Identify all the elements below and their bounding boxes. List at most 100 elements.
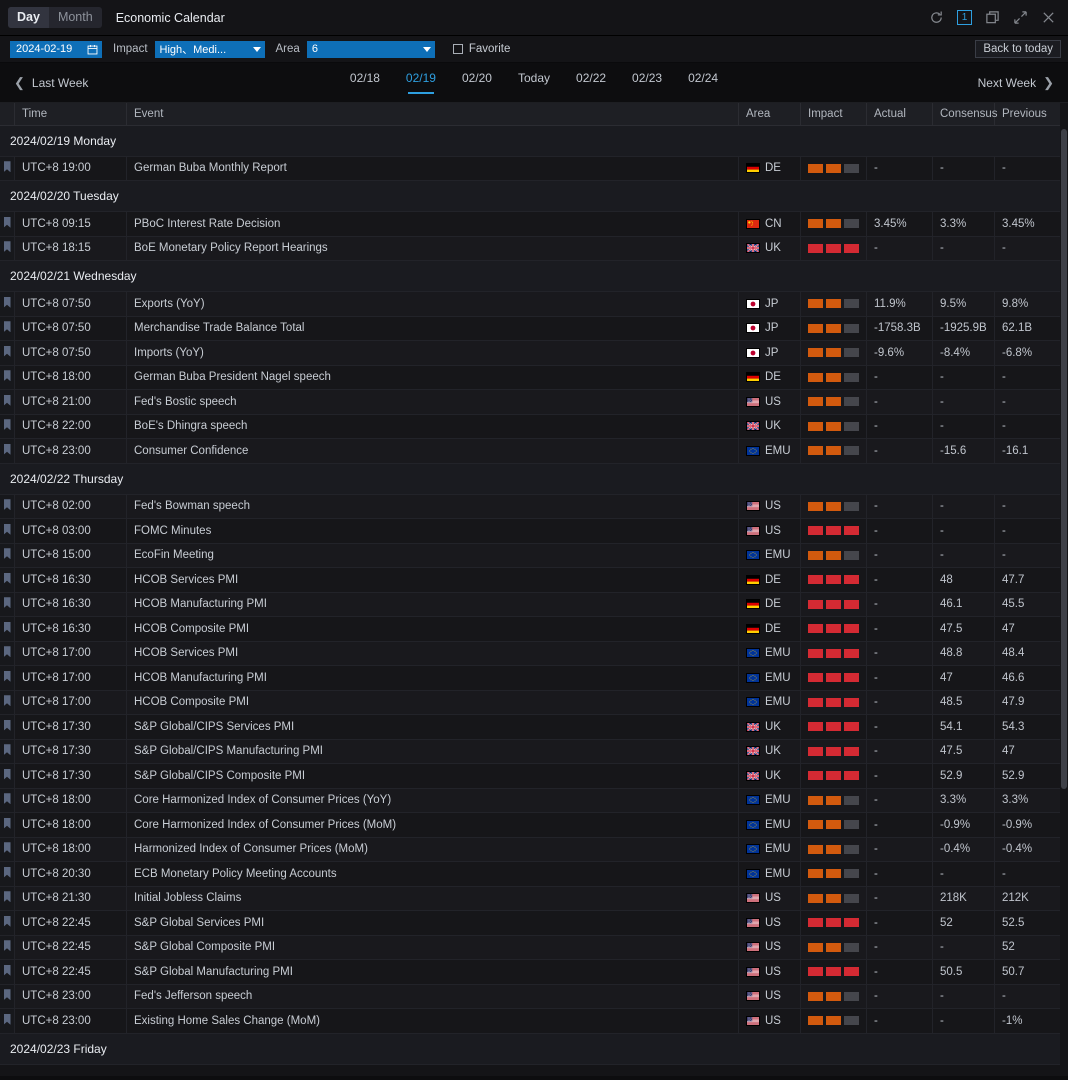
bookmark-icon[interactable] [4, 419, 11, 430]
cell-event[interactable]: EcoFin Meeting [127, 543, 739, 568]
bookmark-cell[interactable] [0, 390, 15, 415]
bookmark-cell[interactable] [0, 212, 15, 237]
mode-day[interactable]: Day [8, 7, 49, 28]
bookmark-cell[interactable] [0, 911, 15, 936]
bookmark-icon[interactable] [4, 720, 11, 731]
bookmark-cell[interactable] [0, 960, 15, 985]
day-tab-02-19[interactable]: 02/19 [406, 71, 436, 94]
bookmark-cell[interactable] [0, 1009, 15, 1034]
bookmark-cell[interactable] [0, 788, 15, 813]
bookmark-cell[interactable] [0, 519, 15, 544]
bookmark-icon[interactable] [4, 867, 11, 878]
bookmark-icon[interactable] [4, 573, 11, 584]
cell-event[interactable]: ECB Monetary Policy Meeting Accounts [127, 862, 739, 887]
table-row[interactable]: UTC+8 23:00Consumer ConfidenceEMU--15.6-… [0, 439, 1061, 464]
bookmark-cell[interactable] [0, 341, 15, 366]
cell-event[interactable]: S&P Global Manufacturing PMI [127, 960, 739, 985]
bookmark-cell[interactable] [0, 494, 15, 519]
table-row[interactable]: UTC+8 18:00Core Harmonized Index of Cons… [0, 813, 1061, 838]
table-row[interactable]: UTC+8 22:45S&P Global Manufacturing PMIU… [0, 960, 1061, 985]
cell-event[interactable]: BoE Monetary Policy Report Hearings [127, 236, 739, 261]
cell-event[interactable]: Merchandise Trade Balance Total [127, 316, 739, 341]
close-icon[interactable] [1041, 10, 1056, 25]
table-row[interactable]: UTC+8 18:00German Buba President Nagel s… [0, 365, 1061, 390]
day-tab-02-23[interactable]: 02/23 [632, 71, 662, 94]
table-row[interactable]: UTC+8 17:00HCOB Manufacturing PMIEMU-474… [0, 666, 1061, 691]
bookmark-cell[interactable] [0, 690, 15, 715]
cell-event[interactable]: Harmonized Index of Consumer Prices (MoM… [127, 837, 739, 862]
cell-event[interactable]: Core Harmonized Index of Consumer Prices… [127, 788, 739, 813]
bookmark-icon[interactable] [4, 793, 11, 804]
cell-event[interactable]: HCOB Services PMI [127, 568, 739, 593]
scrollbar-thumb[interactable] [1061, 129, 1067, 789]
table-row[interactable]: UTC+8 23:00Fed's Jefferson speechUS--- [0, 984, 1061, 1009]
cell-event[interactable]: FOMC Minutes [127, 519, 739, 544]
bookmark-cell[interactable] [0, 764, 15, 789]
bookmark-icon[interactable] [4, 769, 11, 780]
expand-icon[interactable] [1013, 10, 1028, 25]
table-row[interactable]: UTC+8 18:00Harmonized Index of Consumer … [0, 837, 1061, 862]
bookmark-icon[interactable] [4, 818, 11, 829]
cell-event[interactable]: Fed's Bostic speech [127, 390, 739, 415]
cell-event[interactable]: HCOB Services PMI [127, 641, 739, 666]
bookmark-cell[interactable] [0, 984, 15, 1009]
cell-event[interactable]: S&P Global/CIPS Manufacturing PMI [127, 739, 739, 764]
bookmark-cell[interactable] [0, 739, 15, 764]
favorite-checkbox[interactable] [453, 44, 463, 54]
bookmark-cell[interactable] [0, 617, 15, 642]
mode-month[interactable]: Month [49, 7, 102, 28]
table-row[interactable]: UTC+8 17:30S&P Global/CIPS Services PMIU… [0, 715, 1061, 740]
cell-event[interactable]: Exports (YoY) [127, 292, 739, 317]
bookmark-icon[interactable] [4, 597, 11, 608]
day-tab-today[interactable]: Today [518, 71, 550, 94]
bookmark-icon[interactable] [4, 695, 11, 706]
table-row[interactable]: UTC+8 20:30ECB Monetary Policy Meeting A… [0, 862, 1061, 887]
bookmark-cell[interactable] [0, 886, 15, 911]
bookmark-icon[interactable] [4, 395, 11, 406]
table-row[interactable]: UTC+8 07:50Merchandise Trade Balance Tot… [0, 316, 1061, 341]
bookmark-cell[interactable] [0, 365, 15, 390]
bookmark-icon[interactable] [4, 842, 11, 853]
refresh-icon[interactable] [929, 10, 944, 25]
bookmark-icon[interactable] [4, 622, 11, 633]
bookmark-icon[interactable] [4, 940, 11, 951]
favorite-filter[interactable]: Favorite [453, 43, 511, 55]
cell-event[interactable]: S&P Global Composite PMI [127, 935, 739, 960]
bookmark-cell[interactable] [0, 292, 15, 317]
bookmark-icon[interactable] [4, 444, 11, 455]
table-row[interactable]: UTC+8 02:00Fed's Bowman speechUS--- [0, 494, 1061, 519]
bookmark-cell[interactable] [0, 715, 15, 740]
day-tab-02-18[interactable]: 02/18 [350, 71, 380, 94]
cell-event[interactable]: German Buba President Nagel speech [127, 365, 739, 390]
bookmark-icon[interactable] [4, 241, 11, 252]
bookmark-icon[interactable] [4, 989, 11, 1000]
table-row[interactable]: UTC+8 21:00Fed's Bostic speechUS--- [0, 390, 1061, 415]
table-row[interactable]: UTC+8 22:45S&P Global Composite PMIUS--5… [0, 935, 1061, 960]
restore-icon[interactable] [985, 10, 1000, 25]
bookmark-cell[interactable] [0, 862, 15, 887]
bookmark-cell[interactable] [0, 236, 15, 261]
bookmark-icon[interactable] [4, 1014, 11, 1025]
bookmark-cell[interactable] [0, 592, 15, 617]
cell-event[interactable]: Fed's Bowman speech [127, 494, 739, 519]
table-row[interactable]: UTC+8 23:00Existing Home Sales Change (M… [0, 1009, 1061, 1034]
day-tab-02-22[interactable]: 02/22 [576, 71, 606, 94]
table-row[interactable]: UTC+8 09:15PBoC Interest Rate DecisionCN… [0, 212, 1061, 237]
view-mode-switch[interactable]: Day Month [8, 7, 102, 28]
window-count-badge[interactable]: 1 [957, 10, 972, 25]
day-tab-02-24[interactable]: 02/24 [688, 71, 718, 94]
table-row[interactable]: UTC+8 16:30HCOB Manufacturing PMIDE-46.1… [0, 592, 1061, 617]
cell-event[interactable]: Core Harmonized Index of Consumer Prices… [127, 813, 739, 838]
table-row[interactable]: UTC+8 16:30HCOB Services PMIDE-4847.7 [0, 568, 1061, 593]
cell-event[interactable]: S&P Global/CIPS Composite PMI [127, 764, 739, 789]
table-row[interactable]: UTC+8 22:45S&P Global Services PMIUS-525… [0, 911, 1061, 936]
table-row[interactable]: UTC+8 19:00German Buba Monthly ReportDE-… [0, 156, 1061, 181]
table-row[interactable]: UTC+8 03:00FOMC MinutesUS--- [0, 519, 1061, 544]
table-row[interactable]: UTC+8 17:00HCOB Services PMIEMU-48.848.4 [0, 641, 1061, 666]
cell-event[interactable]: Consumer Confidence [127, 439, 739, 464]
table-row[interactable]: UTC+8 16:30HCOB Composite PMIDE-47.547 [0, 617, 1061, 642]
area-filter-select[interactable]: 6 [307, 41, 435, 58]
bookmark-cell[interactable] [0, 156, 15, 181]
bookmark-cell[interactable] [0, 568, 15, 593]
table-row[interactable]: UTC+8 07:50Imports (YoY)JP-9.6%-8.4%-6.8… [0, 341, 1061, 366]
